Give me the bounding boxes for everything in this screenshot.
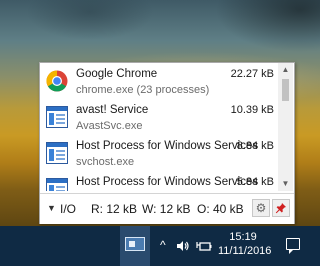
system-clock[interactable]: 15:19 11/11/2016 bbox=[218, 231, 272, 257]
window-icon bbox=[46, 142, 68, 164]
process-row-avast[interactable]: avast! Service AvastSvc.exe 10.39 kB bbox=[40, 99, 278, 135]
window-icon bbox=[46, 106, 68, 128]
show-hidden-icons-chevron-icon[interactable]: ^ bbox=[160, 238, 166, 252]
process-exe: chrome.exe (23 processes) bbox=[76, 84, 210, 96]
process-name: Host Process for Windows Services bbox=[76, 176, 259, 188]
metric-selector[interactable]: I/O bbox=[60, 202, 76, 216]
window-icon bbox=[46, 178, 68, 191]
process-io-size: 22.27 kB bbox=[230, 68, 274, 80]
action-center-notification-icon[interactable] bbox=[286, 238, 300, 254]
pin-button[interactable] bbox=[272, 199, 290, 217]
scroll-up-arrow-icon[interactable]: ▲ bbox=[278, 63, 293, 77]
taskbar-app-button[interactable] bbox=[120, 226, 150, 266]
process-row-svchost-2[interactable]: Host Process for Windows Services 5.84 k… bbox=[40, 171, 278, 191]
process-io-size: 10.39 kB bbox=[230, 104, 274, 116]
process-name: avast! Service bbox=[76, 104, 149, 116]
process-list-scrollbar[interactable]: ▲ ▼ bbox=[278, 63, 293, 191]
clock-time: 15:19 bbox=[229, 231, 257, 243]
process-exe: AvastSvc.exe bbox=[76, 120, 143, 132]
metric-dropdown-caret-icon[interactable]: ▼ bbox=[47, 203, 56, 213]
monitor-app-icon bbox=[125, 237, 145, 251]
process-io-size: 8.84 kB bbox=[236, 140, 274, 152]
io-summary-footer: ▼ I/O R: 12 kB W: 12 kB O: 40 kB ⚙ bbox=[40, 193, 294, 224]
settings-button[interactable]: ⚙ bbox=[252, 199, 270, 217]
process-exe: svchost.exe bbox=[76, 156, 135, 168]
process-name: Google Chrome bbox=[76, 68, 158, 80]
pin-icon bbox=[275, 203, 286, 214]
process-name: Host Process for Windows Services bbox=[76, 140, 259, 152]
write-total: W: 12 kB bbox=[142, 202, 191, 216]
process-list: Google Chrome chrome.exe (23 processes) … bbox=[40, 63, 278, 191]
process-io-popup: Google Chrome chrome.exe (23 processes) … bbox=[39, 62, 295, 224]
process-row-chrome[interactable]: Google Chrome chrome.exe (23 processes) … bbox=[40, 63, 278, 99]
other-total: O: 40 kB bbox=[197, 202, 244, 216]
scroll-thumb[interactable] bbox=[282, 79, 289, 101]
gear-icon: ⚙ bbox=[255, 201, 267, 215]
battery-power-icon[interactable] bbox=[196, 239, 212, 253]
process-row-svchost[interactable]: Host Process for Windows Services svchos… bbox=[40, 135, 278, 171]
clock-date: 11/11/2016 bbox=[218, 245, 272, 257]
read-total: R: 12 kB bbox=[91, 202, 138, 216]
chrome-icon bbox=[46, 70, 68, 92]
taskbar: ^ 15:19 11/11/2016 bbox=[0, 226, 320, 266]
process-io-size: 5.84 kB bbox=[236, 176, 274, 188]
scroll-down-arrow-icon[interactable]: ▼ bbox=[278, 177, 293, 191]
volume-icon[interactable] bbox=[176, 239, 190, 253]
